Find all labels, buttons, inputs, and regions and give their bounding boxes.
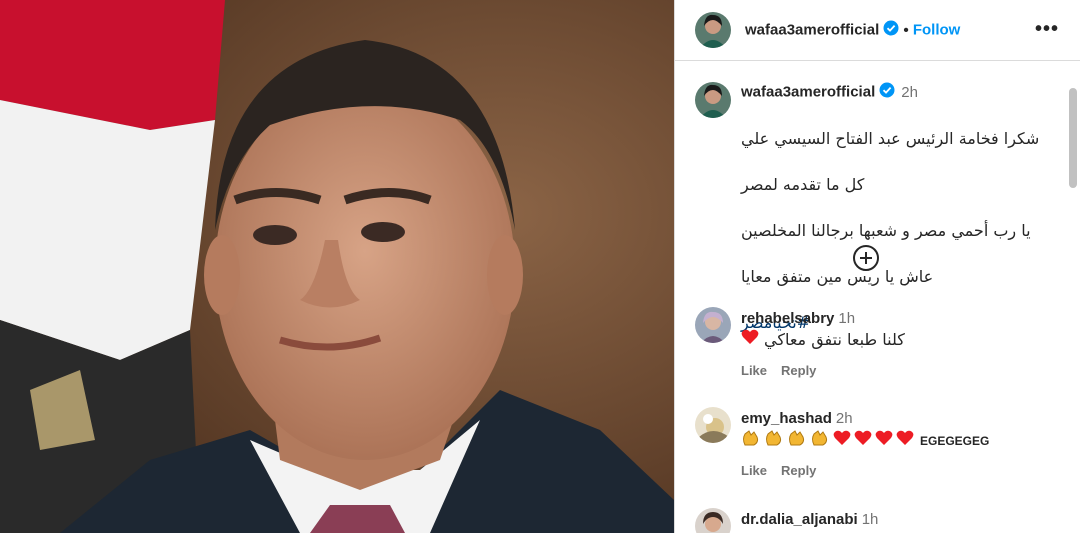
red-heart-icon bbox=[854, 430, 872, 451]
comment-text: كلنا طبعا نتفق معاكي bbox=[741, 329, 905, 349]
red-heart-icon bbox=[875, 430, 893, 451]
like-button[interactable]: Like bbox=[741, 363, 767, 378]
caption-line: عاش يا ريس مين متفق معايا bbox=[741, 267, 934, 286]
post-image[interactable] bbox=[0, 0, 674, 533]
caption-line: كل ما تقدمه لمصر bbox=[741, 175, 865, 194]
scrollbar-thumb[interactable] bbox=[1069, 88, 1077, 188]
more-options-icon[interactable]: ••• bbox=[1035, 18, 1059, 41]
clapping-hands-icon bbox=[787, 429, 807, 452]
comment-time: 2h bbox=[835, 410, 853, 427]
comment-actions: Like Reply bbox=[741, 463, 830, 478]
follow-button[interactable]: Follow bbox=[913, 22, 961, 39]
comment-item: emy_hashad 2h EGEGEGEG Like Reply bbox=[675, 405, 1080, 485]
caption-time: 2h bbox=[901, 83, 918, 101]
clapping-hands-icon bbox=[741, 429, 761, 452]
separator-dot: • bbox=[903, 21, 909, 39]
clapping-hands-icon bbox=[764, 429, 784, 452]
comment-username[interactable]: rehabelsabry bbox=[741, 310, 834, 327]
commenter-avatar[interactable] bbox=[695, 508, 731, 533]
caption-username[interactable]: wafaa3amerofficial bbox=[741, 84, 875, 101]
plus-circle-icon[interactable] bbox=[851, 243, 881, 273]
post-side-panel: wafaa3amerofficial • Follow ••• wafaa3amer… bbox=[674, 0, 1080, 533]
caption-line: شكرا فخامة الرئيس عبد الفتاح السيسي علي bbox=[741, 129, 1040, 148]
comment-time: 1h bbox=[861, 511, 879, 528]
reply-button[interactable]: Reply bbox=[781, 463, 816, 478]
comment-text: EGEGEGEG bbox=[741, 429, 989, 452]
comment-body: EGEGEGEG bbox=[920, 433, 990, 448]
red-heart-icon bbox=[833, 430, 851, 451]
commenter-avatar[interactable] bbox=[695, 307, 731, 343]
portrait-photo bbox=[0, 0, 674, 533]
reply-button[interactable]: Reply bbox=[781, 363, 816, 378]
verified-badge-icon bbox=[879, 82, 895, 103]
caption-line: يا رب أحمي مصر و شعبها برجالنا المخلصين bbox=[741, 221, 1031, 240]
author-username[interactable]: wafaa3amerofficial bbox=[745, 22, 879, 39]
author-avatar[interactable] bbox=[695, 12, 731, 48]
comment-item: rehabelsabry 1h كلنا طبعا نتفق معاكي Like… bbox=[675, 305, 1080, 385]
verified-badge-icon bbox=[883, 20, 899, 41]
like-button[interactable]: Like bbox=[741, 463, 767, 478]
comment-item: dr.dalia_aljanabi 1h bbox=[675, 506, 1080, 533]
comment-actions: Like Reply bbox=[741, 363, 830, 378]
red-heart-icon bbox=[741, 329, 759, 349]
caption-avatar[interactable] bbox=[695, 82, 731, 118]
comment-username[interactable]: dr.dalia_aljanabi bbox=[741, 511, 858, 528]
clapping-hands-icon bbox=[810, 429, 830, 452]
red-heart-icon bbox=[896, 430, 914, 451]
comment-time: 1h bbox=[838, 310, 856, 327]
comment-body: كلنا طبعا نتفق معاكي bbox=[764, 329, 905, 349]
post-header: wafaa3amerofficial • Follow ••• bbox=[675, 0, 1080, 61]
comment-username[interactable]: emy_hashad bbox=[741, 410, 832, 427]
commenter-avatar[interactable] bbox=[695, 407, 731, 443]
